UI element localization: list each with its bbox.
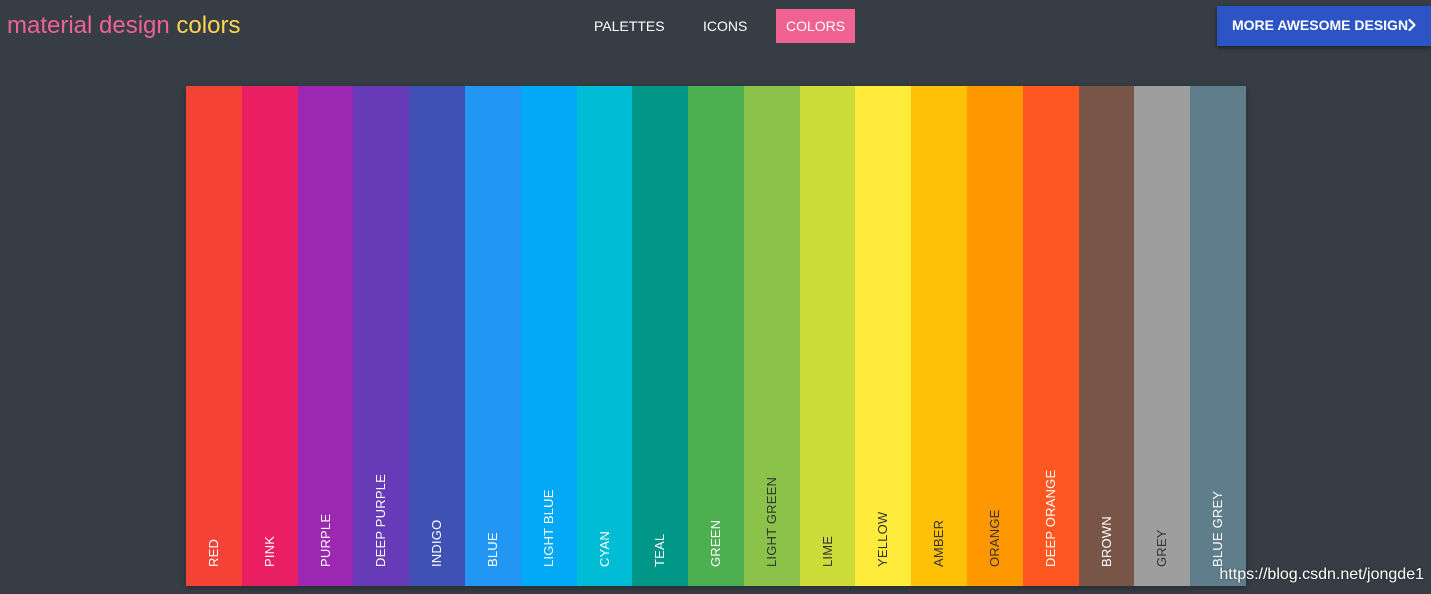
swatch-label: LIGHT BLUE [541, 489, 556, 567]
swatch-label: BLUE GREY [1210, 490, 1225, 567]
more-awesome-design-button[interactable]: MORE AWESOME DESIGN [1217, 6, 1431, 46]
header: material design colors PALETTES ICONS CO… [0, 0, 1431, 54]
color-swatch-lime[interactable]: LIME [800, 86, 855, 586]
color-swatch-blue[interactable]: BLUE [465, 86, 521, 586]
nav-item-icons[interactable]: ICONS [693, 9, 757, 43]
swatch-label: BROWN [1098, 516, 1114, 567]
color-swatch-orange[interactable]: ORANGE [967, 86, 1023, 586]
nav-item-colors[interactable]: COLORS [776, 9, 856, 43]
swatch-label: CYAN [596, 531, 612, 567]
swatch-label: LIME [819, 535, 835, 567]
swatch-label: GREEN [708, 519, 723, 567]
logo-word-material-design: material design [7, 12, 170, 39]
color-swatch-blue-grey[interactable]: BLUE GREY [1190, 86, 1246, 586]
color-swatch-light-blue[interactable]: LIGHT BLUE [521, 86, 577, 586]
swatch-label: TEAL [652, 533, 667, 567]
site-logo[interactable]: material design colors [7, 11, 240, 41]
chevron-right-icon [1408, 18, 1416, 32]
swatch-label: RED [206, 538, 221, 567]
swatch-label: PURPLE [317, 513, 333, 567]
swatch-label: ORANGE [987, 509, 1002, 567]
color-swatch-light-green[interactable]: LIGHT GREEN [744, 86, 800, 586]
color-swatch-amber[interactable]: AMBER [911, 86, 967, 586]
swatch-label: AMBER [931, 519, 946, 567]
color-swatch-red[interactable]: RED [186, 86, 242, 586]
swatch-label: LIGHT GREEN [764, 476, 779, 567]
color-swatch-deep-orange[interactable]: DEEP ORANGE [1023, 86, 1079, 586]
swatch-label: INDIGO [429, 519, 444, 567]
color-swatch-deep-purple[interactable]: DEEP PURPLE [353, 86, 409, 586]
color-swatch-teal[interactable]: TEAL [632, 86, 688, 586]
swatch-label: DEEP PURPLE [373, 474, 388, 567]
swatch-label: DEEP ORANGE [1043, 469, 1058, 567]
color-swatch-purple[interactable]: PURPLE [298, 86, 353, 586]
color-swatch-indigo[interactable]: INDIGO [409, 86, 465, 586]
cta-label: MORE AWESOME DESIGN [1232, 17, 1409, 33]
page: material design colors PALETTES ICONS CO… [0, 0, 1431, 594]
color-swatch-pink[interactable]: PINK [242, 86, 298, 586]
swatch-label: PINK [262, 535, 277, 567]
swatch-label: GREY [1154, 529, 1169, 567]
color-swatch-cyan[interactable]: CYAN [577, 86, 632, 586]
color-swatch-green[interactable]: GREEN [688, 86, 744, 586]
logo-word-colors: colors [176, 12, 241, 39]
color-swatch-brown[interactable]: BROWN [1079, 86, 1134, 586]
swatch-label: YELLOW [875, 511, 890, 567]
color-swatch-yellow[interactable]: YELLOW [855, 86, 911, 586]
watermark: https://blog.csdn.net/jongde1 [1219, 566, 1424, 583]
color-swatch-grid: RED PINK PURPLE DEEP PURPLE INDIGO BLUE LIGHT … [186, 86, 1246, 586]
nav-item-palettes[interactable]: PALETTES [584, 9, 675, 43]
color-swatch-grey[interactable]: GREY [1134, 86, 1190, 586]
swatch-label: BLUE [485, 532, 500, 567]
